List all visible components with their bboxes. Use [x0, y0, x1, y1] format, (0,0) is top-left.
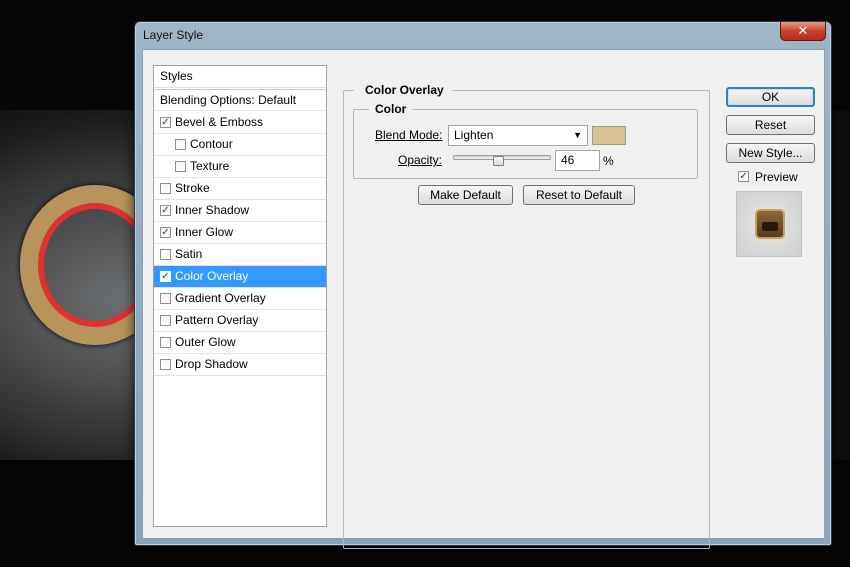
style-item-label: Texture [190, 159, 230, 173]
style-checkbox[interactable]: ✓ [160, 271, 171, 282]
style-item-label: Satin [175, 247, 203, 261]
style-item-inner-glow[interactable]: ✓ Inner Glow [154, 222, 326, 244]
reset-to-default-button[interactable]: Reset to Default [523, 185, 635, 205]
styles-list: Styles Blending Options: Default ✓ Bevel … [153, 65, 327, 527]
style-item-drop-shadow[interactable]: Drop Shadow [154, 354, 326, 376]
layer-style-dialog: Layer Style ✕ Styles Blending Options: D… [134, 21, 832, 549]
color-subgroup-title: Color [369, 102, 413, 116]
blend-mode-select[interactable]: Lighten ▼ [448, 125, 588, 146]
blending-options-label: Blending Options: Default [160, 93, 297, 107]
style-item-label: Color Overlay [175, 269, 249, 283]
close-icon: ✕ [797, 23, 809, 38]
style-item-contour[interactable]: Contour [154, 134, 326, 156]
color-overlay-title: Color Overlay [354, 83, 452, 97]
style-checkbox[interactable]: ✓ [160, 117, 171, 128]
preview-graphic [755, 209, 785, 239]
opacity-slider-thumb[interactable] [492, 156, 504, 166]
window-title: Layer Style [143, 28, 204, 42]
ok-label: OK [761, 90, 780, 104]
opacity-input[interactable]: 46 [555, 150, 600, 171]
style-item-label: Stroke [175, 181, 210, 195]
styles-header[interactable]: Styles [154, 66, 326, 88]
blend-mode-label: Blend Mode: [375, 128, 442, 142]
style-checkbox[interactable] [175, 161, 186, 172]
new-style-button[interactable]: New Style... [726, 143, 815, 163]
new-style-label: New Style... [738, 146, 803, 160]
overlay-color-swatch[interactable] [592, 126, 626, 145]
style-checkbox[interactable] [160, 293, 171, 304]
opacity-label-text: Opacity: [398, 153, 443, 167]
opacity-unit: % [603, 154, 614, 168]
blend-mode-label-text: Blend Mode: [375, 128, 443, 142]
style-item-label: Drop Shadow [175, 357, 248, 371]
style-item-label: Outer Glow [175, 335, 236, 349]
reset-label: Reset [754, 118, 787, 132]
style-checkbox[interactable]: ✓ [160, 227, 171, 238]
style-item-label: Inner Shadow [175, 203, 250, 217]
blending-options-item[interactable]: Blending Options: Default [154, 89, 326, 111]
style-item-label: Gradient Overlay [175, 291, 266, 305]
style-checkbox[interactable] [160, 183, 171, 194]
make-default-label: Make Default [430, 188, 501, 202]
style-item-outer-glow[interactable]: Outer Glow [154, 332, 326, 354]
preview-checkbox[interactable]: ✓ [738, 171, 749, 182]
style-checkbox[interactable]: ✓ [160, 205, 171, 216]
style-item-label: Bevel & Emboss [175, 115, 264, 129]
style-item-texture[interactable]: Texture [154, 156, 326, 178]
style-item-satin[interactable]: Satin [154, 244, 326, 266]
blend-mode-value: Lighten [454, 128, 494, 142]
preview-label: Preview [755, 170, 798, 184]
style-item-gradient-overlay[interactable]: Gradient Overlay [154, 288, 326, 310]
style-item-stroke[interactable]: Stroke [154, 178, 326, 200]
opacity-label: Opacity: [398, 153, 442, 167]
dialog-client-area: Styles Blending Options: Default ✓ Bevel … [142, 49, 825, 549]
style-item-pattern-overlay[interactable]: Pattern Overlay [154, 310, 326, 332]
reset-to-default-label: Reset to Default [535, 188, 623, 202]
opacity-value: 46 [561, 153, 575, 167]
dropdown-arrow-icon: ▼ [573, 130, 582, 140]
styles-header-label: Styles [160, 69, 193, 83]
style-item-bevel-and-emboss[interactable]: ✓ Bevel & Emboss [154, 112, 326, 134]
style-checkbox[interactable] [160, 249, 171, 260]
style-checkbox[interactable] [160, 337, 171, 348]
style-item-label: Pattern Overlay [175, 313, 259, 327]
style-item-color-overlay[interactable]: ✓ Color Overlay [154, 266, 326, 288]
style-checkbox[interactable] [160, 315, 171, 326]
style-item-inner-shadow[interactable]: ✓ Inner Shadow [154, 200, 326, 222]
reset-button[interactable]: Reset [726, 115, 815, 135]
make-default-button[interactable]: Make Default [418, 185, 513, 205]
close-button[interactable]: ✕ [780, 22, 826, 41]
style-checkbox[interactable] [160, 359, 171, 370]
style-item-label: Contour [190, 137, 233, 151]
ok-button[interactable]: OK [726, 87, 815, 107]
style-checkbox[interactable] [175, 139, 186, 150]
style-preview-thumbnail [736, 191, 802, 257]
title-bar[interactable]: Layer Style ✕ [135, 22, 831, 48]
style-item-label: Inner Glow [175, 225, 234, 239]
